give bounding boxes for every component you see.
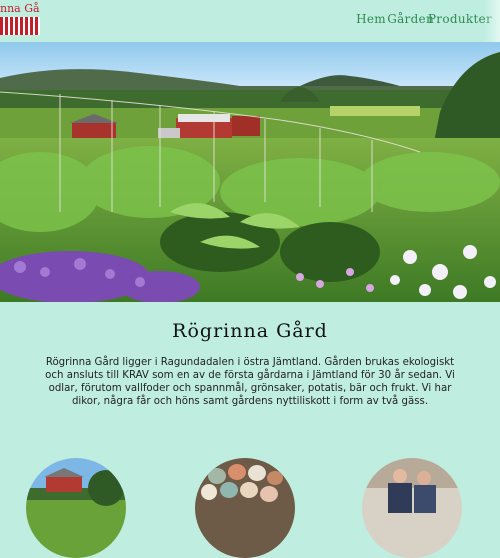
eggs-photo-circle[interactable] bbox=[195, 458, 295, 558]
nav-item-hem[interactable]: Hem bbox=[356, 12, 386, 26]
site-header: nna Gård Hem Gården Produkter bbox=[0, 0, 500, 42]
logo-text: nna Gård bbox=[0, 2, 40, 15]
nav-item-produkter[interactable]: Produkter bbox=[428, 12, 492, 26]
intro-text: Rögrinna Gård ligger i Ragundadalen i ös… bbox=[45, 357, 455, 407]
farm-photo-circle[interactable] bbox=[26, 458, 126, 558]
page-title: Rögrinna Gård bbox=[172, 320, 328, 342]
logo-stripes bbox=[0, 17, 40, 35]
site-logo[interactable]: nna Gård bbox=[0, 0, 40, 36]
hero-image bbox=[0, 42, 500, 302]
about-section: Rögrinna Gård Rögrinna Gård ligger i Rag… bbox=[0, 320, 500, 408]
nav-edge-fade bbox=[484, 0, 500, 42]
people-photo-circle[interactable] bbox=[362, 458, 462, 558]
